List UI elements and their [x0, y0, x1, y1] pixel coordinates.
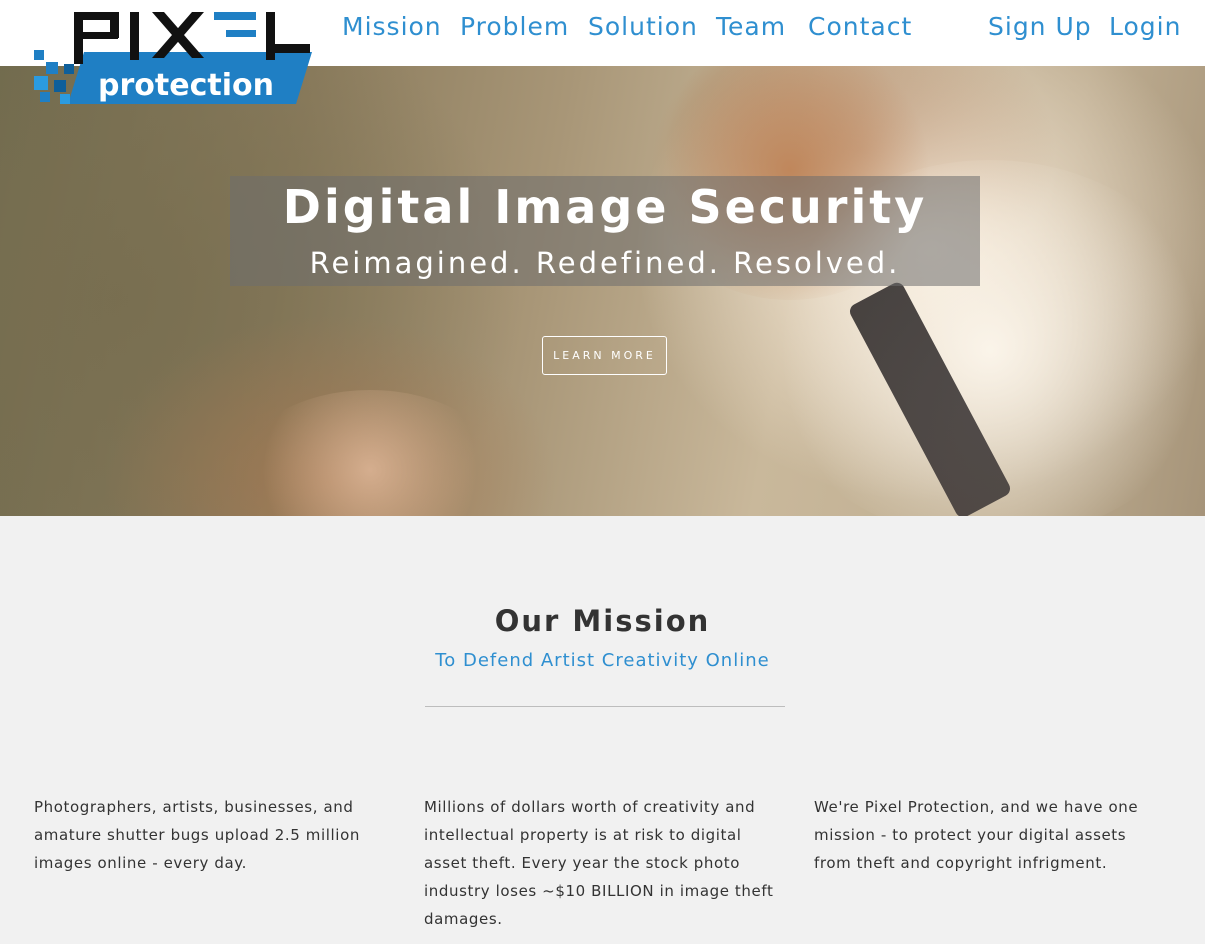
login-link[interactable]: Login [1109, 12, 1181, 41]
section-divider [425, 706, 785, 707]
logo-graphic: protection [34, 12, 312, 104]
pixel-protection-logo[interactable]: protection [34, 10, 312, 106]
nav-link-contact[interactable]: Contact [808, 12, 912, 41]
mission-column-text: We're Pixel Protection, and we have one … [814, 798, 1139, 872]
hero-banner: Digital Image Security Reimagined. Redef… [230, 176, 980, 286]
nav-link-mission[interactable]: Mission [342, 12, 442, 41]
hero-subtitle: Reimagined. Redefined. Resolved. [309, 246, 901, 280]
nav-link-problem[interactable]: Problem [460, 12, 569, 41]
mission-title: Our Mission [494, 604, 711, 638]
mission-column-text: Photographers, artists, businesses, and … [34, 798, 360, 872]
hero-title: Digital Image Security [282, 180, 928, 234]
logo-tagline: protection [98, 68, 274, 103]
mission-subtitle: To Defend Artist Creativity Online [435, 650, 770, 671]
learn-more-button[interactable]: LEARN MORE [542, 336, 667, 375]
nav-link-team[interactable]: Team [716, 12, 786, 41]
sign-up-link[interactable]: Sign Up [988, 12, 1092, 41]
nav-link-solution[interactable]: Solution [588, 12, 698, 41]
mission-column-text: Millions of dollars worth of creativity … [424, 798, 774, 928]
